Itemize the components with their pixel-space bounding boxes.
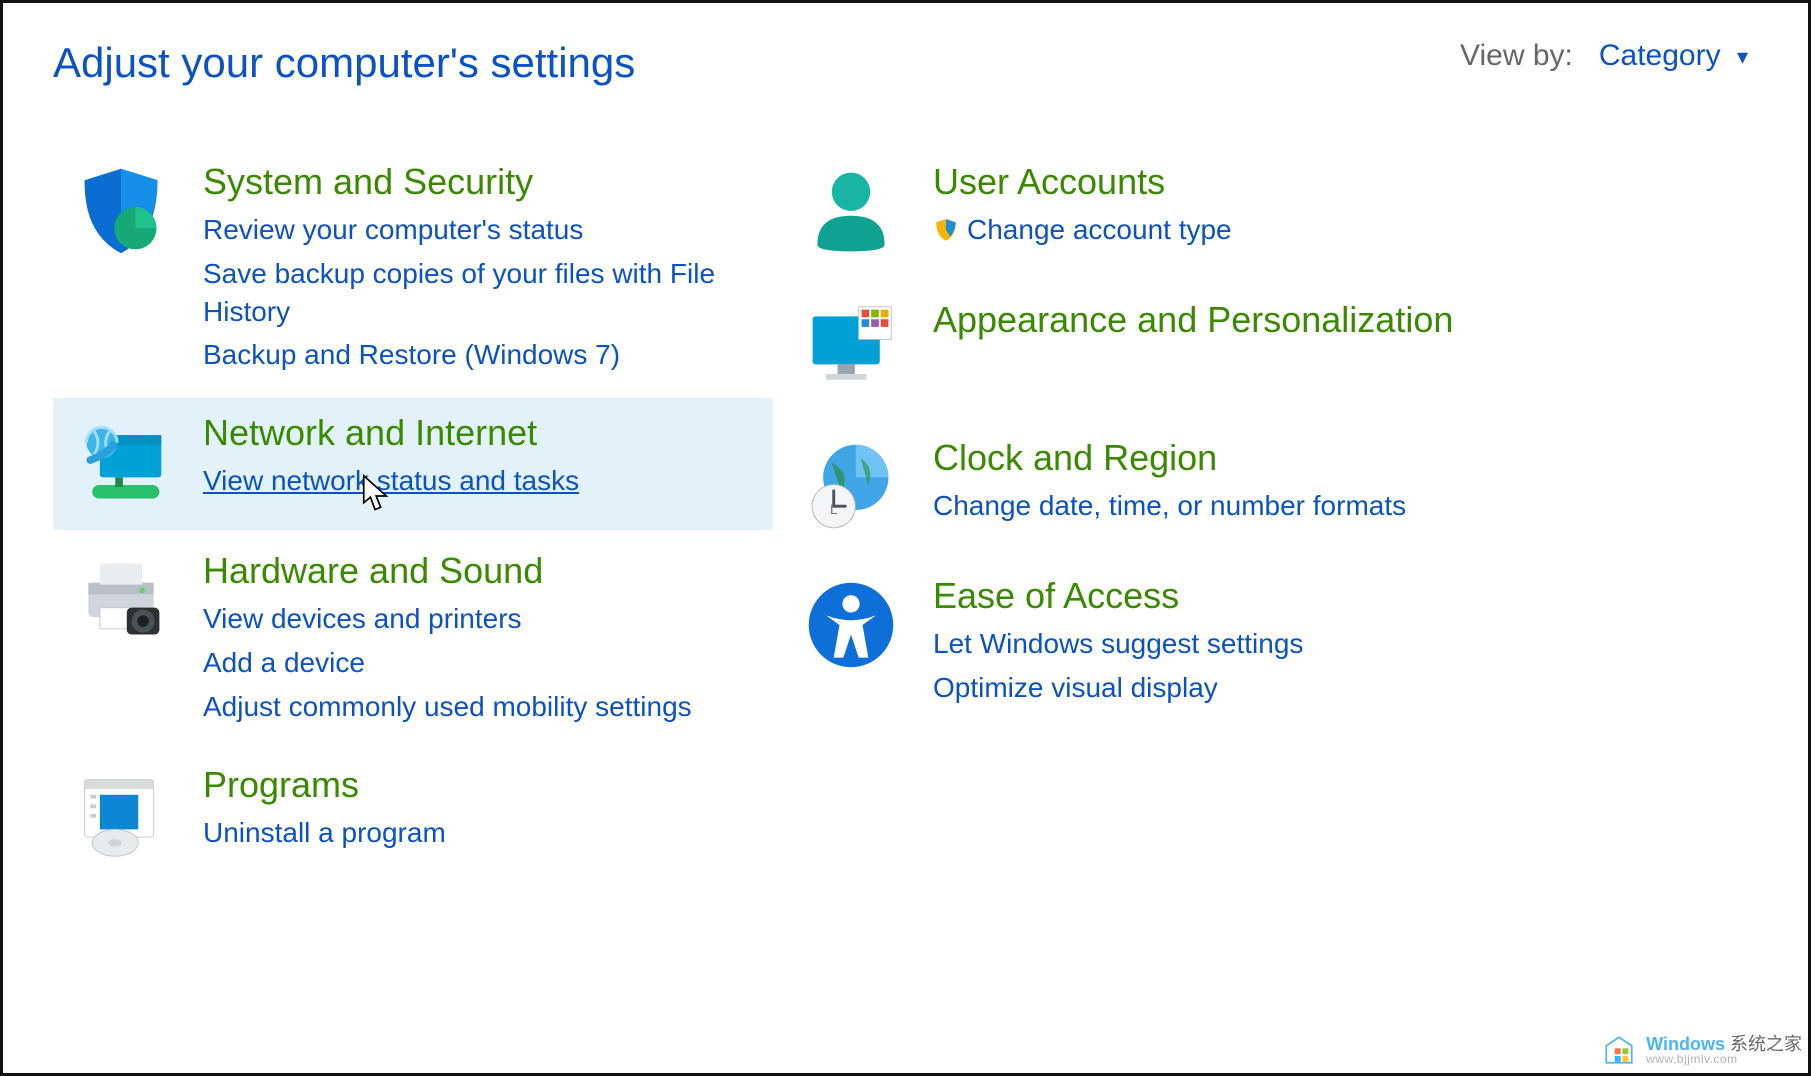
category-text: Ease of Access Let Windows suggest settin… [933,575,1730,707]
category-title-link[interactable]: System and Security [203,161,755,203]
category-links: Change date, time, or number formats [933,487,1730,525]
category-sublink[interactable]: View devices and printers [203,600,755,638]
category-title-link[interactable]: Ease of Access [933,575,1730,617]
category-row: Network and Internet View network status … [53,398,773,530]
category-sublink[interactable]: Backup and Restore (Windows 7) [203,336,755,374]
category-text: Clock and Region Change date, time, or nu… [933,437,1730,525]
chevron-down-icon: ▾ [1737,44,1748,69]
category-title-link[interactable]: Clock and Region [933,437,1730,479]
category-sublink[interactable]: Uninstall a program [203,814,755,852]
network-icon [71,412,171,512]
svg-text:L: L [830,502,838,517]
shield-icon [71,161,171,261]
category-sublink[interactable]: Add a device [203,644,755,682]
category-links: Let Windows suggest settings Optimize vis… [933,625,1730,707]
ease-icon [801,575,901,675]
category-title-link[interactable]: Network and Internet [203,412,755,454]
category-links: View devices and printers Add a device Adj… [203,600,755,725]
category-text: System and Security Review your computer'… [203,161,755,374]
programs-icon [71,764,171,864]
category-sublink[interactable]: Adjust commonly used mobility settings [203,688,755,726]
printer-icon [71,550,171,650]
control-panel-window: Adjust your computer's settings View by:… [0,0,1811,1076]
category-sublink-label: Change account type [967,214,1232,245]
watermark-logo-icon [1602,1033,1636,1067]
category-sublink-label: Let Windows suggest settings [933,628,1303,659]
user-icon [801,161,901,261]
view-by-control: View by: Category ▾ [1460,39,1748,73]
appearance-icon [801,299,901,399]
category-sublink-label: Adjust commonly used mobility settings [203,691,692,722]
category-title-link[interactable]: Programs [203,764,755,806]
right-column: User Accounts Change account type Appeara… [783,147,1748,888]
category-sublink-label: Review your computer's status [203,214,583,245]
category-sublink-label: Optimize visual display [933,672,1218,703]
view-by-dropdown[interactable]: Category ▾ [1599,39,1748,73]
category-row: Appearance and Personalization [783,285,1748,417]
watermark-text: Windows 系统之家 www.bjjmlv.com [1646,1035,1802,1065]
category-sublink[interactable]: Let Windows suggest settings [933,625,1730,663]
category-text: Hardware and Sound View devices and print… [203,550,755,725]
category-row: Programs Uninstall a program [53,750,773,882]
category-row: Ease of Access Let Windows suggest settin… [783,561,1748,725]
category-sublink[interactable]: Change date, time, or number formats [933,487,1730,525]
category-title-link[interactable]: User Accounts [933,161,1730,203]
category-sublink[interactable]: Save backup copies of your files with Fi… [203,255,755,331]
clock-icon: L [801,437,901,537]
header: Adjust your computer's settings View by:… [53,39,1748,87]
category-links: Change account type [933,211,1730,249]
category-links: View network status and tasks [203,462,755,500]
category-links: Review your computer's status Save backup… [203,211,755,374]
watermark: Windows 系统之家 www.bjjmlv.com [1602,1033,1802,1067]
category-title-link[interactable]: Appearance and Personalization [933,299,1730,341]
category-sublink-label: Add a device [203,647,365,678]
category-text: Network and Internet View network status … [203,412,755,500]
watermark-sub: www.bjjmlv.com [1646,1053,1802,1065]
left-column: System and Security Review your computer'… [53,147,773,888]
category-sublink-label: Change date, time, or number formats [933,490,1406,521]
category-row: L Clock and Region Change date, time, or … [783,423,1748,555]
view-by-value-text: Category [1599,39,1721,72]
category-row: Hardware and Sound View devices and print… [53,536,773,743]
category-columns: System and Security Review your computer'… [53,147,1748,888]
category-text: User Accounts Change account type [933,161,1730,249]
view-by-label: View by: [1460,39,1573,73]
category-sublink[interactable]: Review your computer's status [203,211,755,249]
category-text: Appearance and Personalization [933,299,1730,349]
category-title-link[interactable]: Hardware and Sound [203,550,755,592]
category-sublink[interactable]: View network status and tasks [203,462,755,500]
watermark-main: Windows 系统之家 [1646,1035,1802,1053]
category-sublink-label: Uninstall a program [203,817,446,848]
page-title: Adjust your computer's settings [53,39,635,87]
category-sublink[interactable]: Change account type [933,211,1730,249]
category-sublink-label: View devices and printers [203,603,522,634]
category-sublink[interactable]: Optimize visual display [933,669,1730,707]
category-row: System and Security Review your computer'… [53,147,773,392]
category-row: User Accounts Change account type [783,147,1748,279]
category-sublink-label: Backup and Restore (Windows 7) [203,339,620,370]
category-links: Uninstall a program [203,814,755,852]
category-sublink-label: Save backup copies of your files with Fi… [203,258,715,327]
category-text: Programs Uninstall a program [203,764,755,852]
uac-shield-icon [933,217,959,243]
category-sublink-label: View network status and tasks [203,465,579,496]
